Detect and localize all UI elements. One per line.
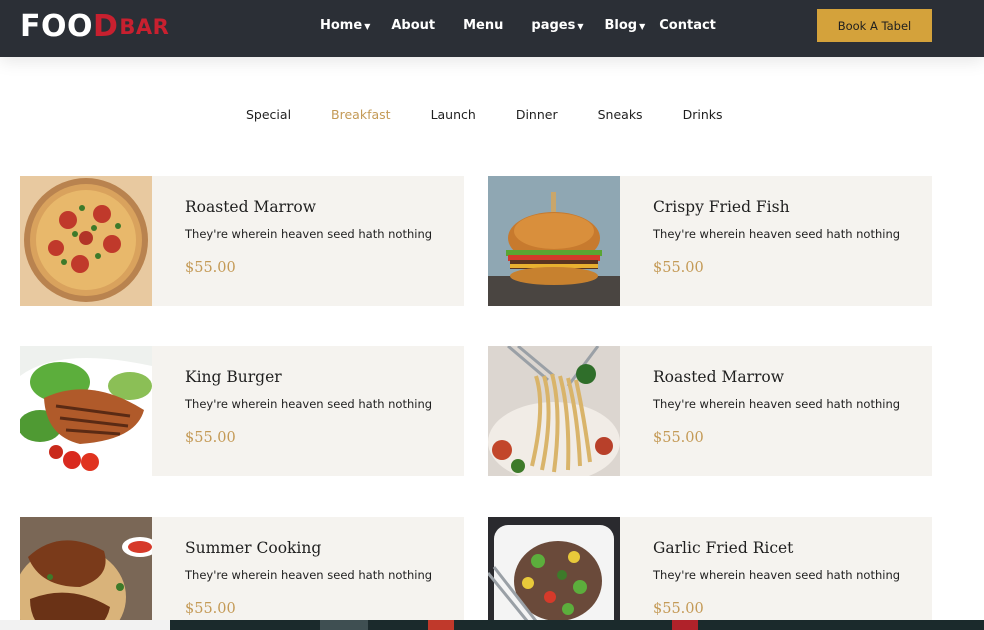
- menu-item-image: [20, 346, 152, 476]
- menu-item-description: They're wherein heaven seed hath nothing: [653, 568, 901, 582]
- logo-text-small: BAR: [119, 15, 170, 39]
- menu-item-price: $55.00: [653, 430, 704, 446]
- menu-item-description: They're wherein heaven seed hath nothing: [185, 397, 433, 411]
- menu-item-image: [488, 346, 620, 476]
- main-nav: Home ▼ About Menu pages ▼ Blog ▼ Contact: [320, 0, 737, 50]
- tab-launch[interactable]: Launch: [431, 107, 476, 122]
- nav-item-about[interactable]: About: [391, 18, 435, 33]
- menu-item-title: King Burger: [185, 368, 282, 386]
- menu-item-title: Roasted Marrow: [653, 368, 784, 386]
- nav-item-blog[interactable]: Blog ▼: [605, 18, 646, 33]
- burger-image: [488, 176, 620, 306]
- taskbar-app-icon[interactable]: [428, 620, 454, 630]
- menu-item-description: They're wherein heaven seed hath nothing: [653, 397, 901, 411]
- taskbar-app-icon[interactable]: [320, 620, 368, 630]
- taskbar-search-box[interactable]: [0, 620, 170, 630]
- tab-special[interactable]: Special: [246, 107, 291, 122]
- menu-item-card[interactable]: Summer Cooking They're wherein heaven se…: [20, 517, 464, 630]
- nav-item-label: About: [391, 17, 436, 33]
- taskbar-app-icon[interactable]: [672, 620, 698, 630]
- menu-item-card[interactable]: King Burger They're wherein heaven seed …: [20, 346, 464, 476]
- pasta-image: [488, 346, 620, 476]
- os-taskbar: [0, 620, 984, 630]
- menu-category-tabs: Special Breakfast Launch Dinner Sneaks D…: [246, 105, 763, 123]
- tab-breakfast[interactable]: Breakfast: [331, 107, 391, 122]
- site-header: FOO D BAR Home ▼ About Menu pages ▼ Blog ▼ Co…: [0, 0, 984, 57]
- nav-item-label: Blog: [604, 17, 638, 33]
- site-logo[interactable]: FOO D BAR: [20, 11, 169, 43]
- menu-item-title: Garlic Fried Ricet: [653, 539, 794, 557]
- book-table-button[interactable]: Book A Tabel: [817, 9, 932, 42]
- nav-item-pages[interactable]: pages ▼: [531, 18, 583, 33]
- pizza-image: [20, 176, 152, 306]
- menu-item-card[interactable]: Garlic Fried Ricet They're wherein heave…: [488, 517, 932, 630]
- logo-text-red: D: [93, 9, 119, 44]
- nav-item-home[interactable]: Home ▼: [320, 18, 370, 33]
- menu-item-image: [488, 517, 620, 630]
- menu-item-title: Crispy Fried Fish: [653, 198, 790, 216]
- roast-chicken-image: [20, 517, 152, 630]
- menu-item-image: [488, 176, 620, 306]
- menu-item-price: $55.00: [185, 601, 236, 617]
- chevron-down-icon: ▼: [364, 21, 371, 31]
- logo-text-white: FOO: [20, 9, 93, 44]
- nav-item-menu[interactable]: Menu: [463, 18, 503, 33]
- tab-dinner[interactable]: Dinner: [516, 107, 558, 122]
- nav-item-label: Contact: [659, 17, 716, 33]
- menu-item-price: $55.00: [185, 260, 236, 276]
- menu-item-description: They're wherein heaven seed hath nothing: [185, 227, 433, 241]
- menu-item-card[interactable]: Crispy Fried Fish They're wherein heaven…: [488, 176, 932, 306]
- menu-item-description: They're wherein heaven seed hath nothing: [653, 227, 901, 241]
- tab-drinks[interactable]: Drinks: [683, 107, 723, 122]
- nav-item-label: Menu: [463, 17, 504, 33]
- menu-item-image: [20, 176, 152, 306]
- nav-item-label: Home: [320, 17, 363, 33]
- menu-item-price: $55.00: [185, 430, 236, 446]
- salad-image: [488, 517, 620, 630]
- menu-item-card[interactable]: Roasted Marrow They're wherein heaven se…: [488, 346, 932, 476]
- menu-item-price: $55.00: [653, 601, 704, 617]
- chevron-down-icon: ▼: [639, 21, 646, 31]
- menu-item-title: Roasted Marrow: [185, 198, 316, 216]
- menu-item-card[interactable]: Roasted Marrow They're wherein heaven se…: [20, 176, 464, 306]
- menu-item-title: Summer Cooking: [185, 539, 322, 557]
- tab-sneaks[interactable]: Sneaks: [598, 107, 643, 122]
- nav-item-contact[interactable]: Contact: [659, 18, 716, 33]
- nav-item-label: pages: [531, 17, 576, 33]
- menu-item-image: [20, 517, 152, 630]
- chevron-down-icon: ▼: [577, 21, 584, 31]
- menu-item-description: They're wherein heaven seed hath nothing: [185, 568, 433, 582]
- menu-item-price: $55.00: [653, 260, 704, 276]
- grilled-salmon-image: [20, 346, 152, 476]
